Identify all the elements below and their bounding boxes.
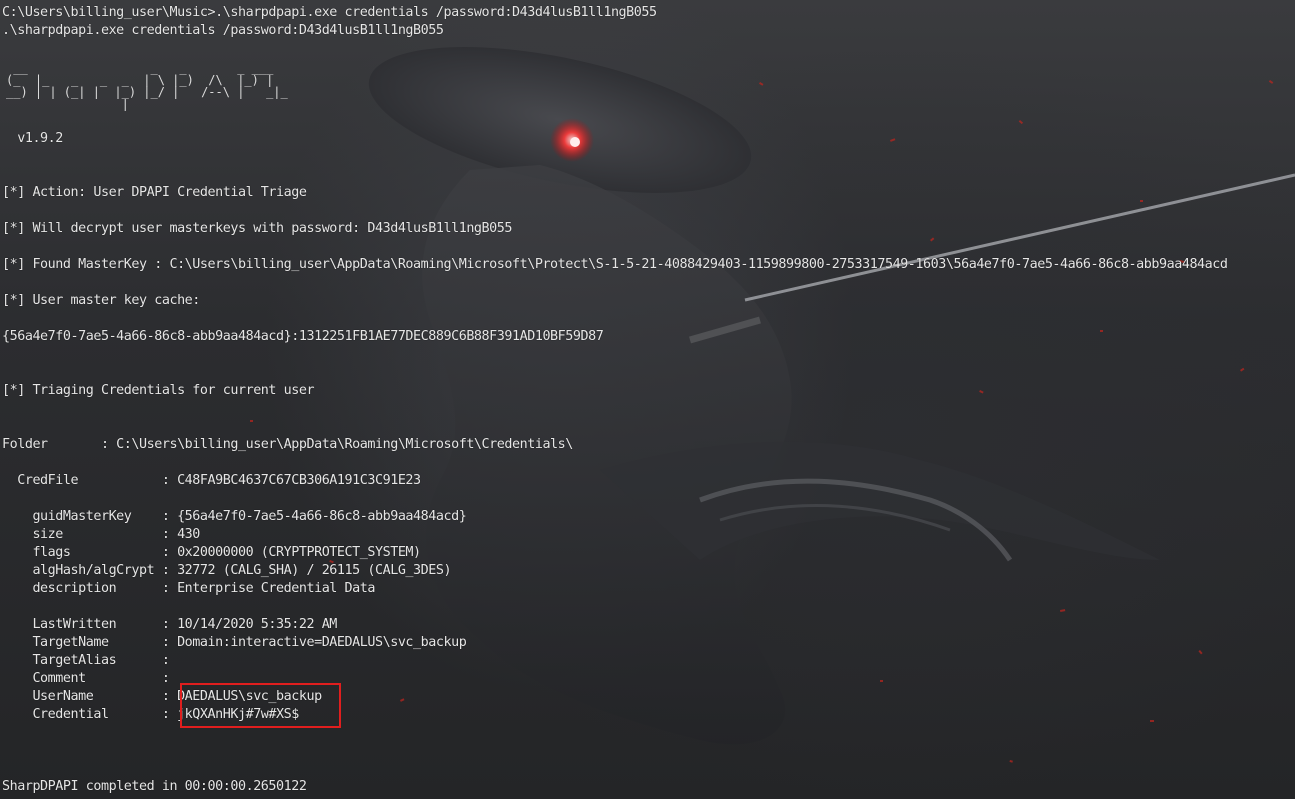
credential-line: Credential : jkQXAnHKj#7w#XS$ [2, 707, 299, 722]
credentials-folder-line: Folder : C:\Users\billing_user\AppData\R… [2, 437, 573, 452]
version-line: v1.9.2 [2, 131, 63, 146]
username-line: UserName : DAEDALUS\svc_backup [2, 689, 322, 704]
comment-line: Comment : [2, 671, 170, 686]
found-masterkey-line: [*] Found MasterKey : C:\Users\billing_u… [2, 257, 1228, 272]
lastwritten-line: LastWritten : 10/14/2020 5:35:22 AM [2, 617, 337, 632]
size-line: size : 430 [2, 527, 200, 542]
description-line: description : Enterprise Credential Data [2, 581, 375, 596]
sharpdpapi-ascii-banner: __ _ _ _ ___ (_ |_ _ _ _ | \ |_) /\ |_) … [6, 61, 288, 111]
command-line-prompt: C:\Users\billing_user\Music>.\sharpdpapi… [2, 5, 657, 20]
masterkey-cache-line: [*] User master key cache: [2, 293, 200, 308]
guid-masterkey-line: guidMasterKey : {56a4e7f0-7ae5-4a66-86c8… [2, 509, 467, 524]
alg-line: algHash/algCrypt : 32772 (CALG_SHA) / 26… [2, 563, 452, 578]
action-line: [*] Action: User DPAPI Credential Triage [2, 185, 307, 200]
command-echo-line: .\sharpdpapi.exe credentials /password:D… [2, 23, 444, 38]
masterkey-cache-entry: {56a4e7f0-7ae5-4a66-86c8-abb9aa484acd}:1… [2, 329, 604, 344]
triage-credentials-line: [*] Triaging Credentials for current use… [2, 383, 315, 398]
terminal-window[interactable]: C:\Users\billing_user\Music>.\sharpdpapi… [0, 0, 1295, 799]
decrypt-password-line: [*] Will decrypt user masterkeys with pa… [2, 221, 512, 236]
targetname-line: TargetName : Domain:interactive=DAEDALUS… [2, 635, 467, 650]
flags-line: flags : 0x20000000 (CRYPTPROTECT_SYSTEM) [2, 545, 421, 560]
completed-line: SharpDPAPI completed in 00:00:00.2650122 [2, 779, 307, 794]
targetalias-line: TargetAlias : [2, 653, 170, 668]
credfile-line: CredFile : C48FA9BC4637C67CB306A191C3C91… [2, 473, 421, 488]
